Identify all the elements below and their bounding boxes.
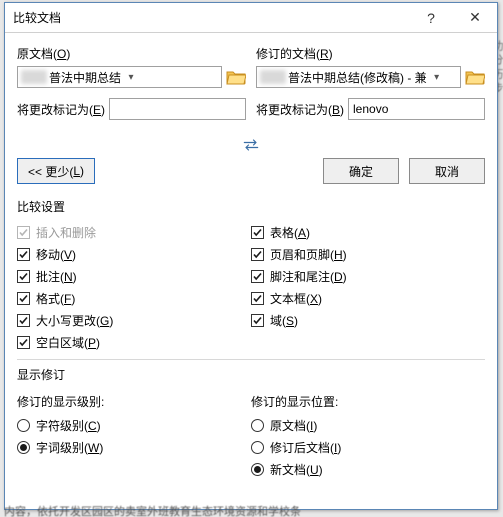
checkbox-icon <box>251 292 264 305</box>
checkbox-label: 文本框(X) <box>270 290 322 307</box>
radio-label: 字符级别(C) <box>36 417 101 434</box>
radio-icon <box>17 419 30 432</box>
show-revisions-title: 显示修订 <box>17 366 485 383</box>
less-button[interactable]: << 更少(L) <box>17 158 95 184</box>
radio-option[interactable]: 字词级别(W) <box>17 436 251 458</box>
checkbox-icon <box>17 336 30 349</box>
checkbox-label: 插入和删除 <box>36 224 96 241</box>
radio-label: 字词级别(W) <box>36 439 103 456</box>
window-title: 比较文档 <box>5 9 409 26</box>
chevron-down-icon: ▾ <box>123 72 139 83</box>
original-mark-input[interactable] <box>109 98 246 120</box>
checkbox-option[interactable]: 文本框(X) <box>251 287 485 309</box>
checkbox-icon <box>251 314 264 327</box>
revised-doc-combo[interactable]: 普法中期总结(修改稿) - 兼 ▾ <box>256 66 461 88</box>
checkbox-icon <box>17 292 30 305</box>
checkbox-label: 页眉和页脚(H) <box>270 246 347 263</box>
radio-label: 原文档(I) <box>270 417 317 434</box>
separator <box>17 359 485 360</box>
radio-icon <box>251 419 264 432</box>
radio-option[interactable]: 新文档(U) <box>251 458 485 480</box>
checkbox-icon <box>17 226 30 239</box>
checkbox-icon <box>251 248 264 261</box>
ok-button[interactable]: 确定 <box>323 158 399 184</box>
close-button[interactable]: ✕ <box>453 3 497 33</box>
checkbox-label: 大小写更改(G) <box>36 312 113 329</box>
chevron-down-icon: ▾ <box>429 72 445 83</box>
radio-option[interactable]: 字符级别(C) <box>17 414 251 436</box>
compare-documents-dialog: 比较文档 ? ✕ 原文档(O) 普法中期总结 ▾ <box>4 2 498 510</box>
cancel-button[interactable]: 取消 <box>409 158 485 184</box>
thumbnail-icon <box>21 70 47 84</box>
swap-button[interactable] <box>17 138 485 152</box>
checkbox-label: 表格(A) <box>270 224 310 241</box>
checkbox-option[interactable]: 格式(F) <box>17 287 251 309</box>
original-doc-combo[interactable]: 普法中期总结 ▾ <box>17 66 222 88</box>
browse-revised-button[interactable] <box>465 68 485 86</box>
checkbox-option[interactable]: 域(S) <box>251 309 485 331</box>
level-title: 修订的显示级别: <box>17 393 251 410</box>
radio-option[interactable]: 原文档(I) <box>251 414 485 436</box>
position-title: 修订的显示位置: <box>251 393 485 410</box>
original-doc-label: 原文档(O) <box>17 45 246 62</box>
compare-settings-section: 比较设置 插入和删除移动(V) 批注(N) 格式(F) 大小写更改(G) 空白区域(P)… <box>17 198 485 353</box>
background-text: 内容，依托开发区园区的卖室外班教育生态环境资源和学校条 <box>0 503 503 517</box>
original-doc-filename: 普法中期总结 <box>47 69 123 86</box>
checkbox-option[interactable]: 空白区域(P) <box>17 331 251 353</box>
checkbox-option[interactable]: 大小写更改(G) <box>17 309 251 331</box>
checkbox-label: 脚注和尾注(D) <box>270 268 347 285</box>
checkbox-option[interactable]: 移动(V) <box>17 243 251 265</box>
checkbox-option[interactable]: 表格(A) <box>251 221 485 243</box>
checkbox-label: 空白区域(P) <box>36 334 100 351</box>
checkbox-icon <box>251 226 264 239</box>
thumbnail-icon <box>260 70 286 84</box>
checkbox-icon <box>17 248 30 261</box>
radio-label: 新文档(U) <box>270 461 323 478</box>
browse-original-button[interactable] <box>226 68 246 86</box>
radio-icon <box>251 463 264 476</box>
checkbox-label: 批注(N) <box>36 268 77 285</box>
help-button[interactable]: ? <box>409 3 453 33</box>
titlebar: 比较文档 ? ✕ <box>5 3 497 33</box>
checkbox-icon <box>17 314 30 327</box>
revised-mark-label: 将更改标记为(B) <box>256 101 344 118</box>
radio-option[interactable]: 修订后文档(I) <box>251 436 485 458</box>
radio-icon <box>17 441 30 454</box>
original-doc-group: 原文档(O) 普法中期总结 ▾ 将更改标记为(E) <box>17 41 246 120</box>
radio-label: 修订后文档(I) <box>270 439 341 456</box>
checkbox-label: 移动(V) <box>36 246 76 263</box>
checkbox-icon <box>17 270 30 283</box>
checkbox-option[interactable]: 批注(N) <box>17 265 251 287</box>
show-revisions-section: 显示修订 修订的显示级别: 字符级别(C) 字词级别(W) 修订的显示位置: 原文… <box>17 366 485 480</box>
revised-mark-input[interactable]: lenovo <box>348 98 485 120</box>
checkbox-label: 格式(F) <box>36 290 75 307</box>
revised-doc-filename: 普法中期总结(修改稿) - 兼 <box>286 69 429 86</box>
compare-settings-title: 比较设置 <box>17 198 485 215</box>
checkbox-icon <box>251 270 264 283</box>
checkbox-option[interactable]: 页眉和页脚(H) <box>251 243 485 265</box>
revised-doc-label: 修订的文档(R) <box>256 45 485 62</box>
checkbox-label: 域(S) <box>270 312 298 329</box>
original-mark-label: 将更改标记为(E) <box>17 101 105 118</box>
background-right-strip: 功 分 历 步 <box>499 40 503 497</box>
revised-doc-group: 修订的文档(R) 普法中期总结(修改稿) - 兼 ▾ 将更改标记为(B) <box>256 41 485 120</box>
checkbox-option[interactable]: 脚注和尾注(D) <box>251 265 485 287</box>
checkbox-option: 插入和删除 <box>17 221 251 243</box>
dialog-content: 原文档(O) 普法中期总结 ▾ 将更改标记为(E) <box>5 33 497 480</box>
radio-icon <box>251 441 264 454</box>
